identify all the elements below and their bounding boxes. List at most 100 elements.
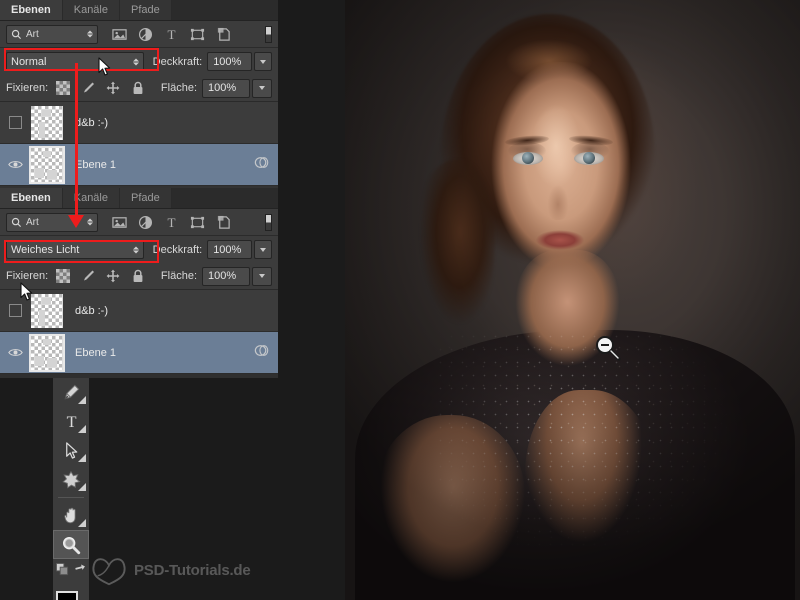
tool-expand-corner-icon[interactable] (78, 396, 86, 404)
type-tool[interactable]: T (53, 407, 89, 436)
table-row[interactable]: Ebene 1 (0, 332, 278, 374)
layer-filter-row-bottom[interactable]: Art T (0, 209, 278, 236)
filter-type-select-top[interactable]: Art (6, 25, 98, 44)
canvas-area[interactable] (345, 0, 800, 600)
default-colors-icon[interactable] (56, 563, 69, 576)
eye-icon[interactable] (8, 347, 23, 358)
layer-visibility-toggle[interactable] (0, 116, 31, 129)
fill-dropdown-top[interactable] (252, 79, 272, 98)
tab-pfade-top[interactable]: Pfade (120, 0, 172, 20)
lock-transparency-icon[interactable] (56, 269, 70, 283)
filter-icon-group-bottom[interactable]: T (112, 215, 231, 230)
layer-thumbnail[interactable] (31, 294, 63, 328)
table-row[interactable]: d&b :-) (0, 102, 278, 144)
layer-name[interactable]: Ebene 1 (75, 347, 116, 359)
tool-expand-corner-icon[interactable] (78, 519, 86, 527)
pixel-layer-filter-icon[interactable] (112, 27, 127, 42)
opacity-dropdown-bottom[interactable] (254, 240, 272, 259)
layer-thumbnail[interactable] (31, 106, 63, 140)
search-icon (11, 29, 22, 40)
lock-row-top[interactable]: Fixieren: Fläche: 100% (0, 75, 278, 102)
type-layer-filter-icon[interactable]: T (164, 27, 179, 42)
layer-thumbnail[interactable] (31, 148, 63, 182)
lock-icon-group-top[interactable] (56, 81, 145, 95)
chevron-updown-icon[interactable] (87, 219, 93, 226)
lock-transparency-icon[interactable] (56, 81, 70, 95)
path-selection-tool[interactable] (53, 436, 89, 465)
chevron-updown-icon[interactable] (133, 58, 139, 65)
layer-visibility-toggle[interactable] (0, 159, 31, 170)
lock-row-bottom[interactable]: Fixieren: Fläche: 100% (0, 263, 278, 290)
layer-visibility-toggle[interactable] (0, 304, 31, 317)
color-swatches[interactable] (53, 579, 89, 600)
lock-image-icon[interactable] (81, 81, 95, 95)
lock-position-icon[interactable] (106, 81, 120, 95)
foreground-color-swatch[interactable] (56, 591, 78, 600)
type-layer-filter-icon[interactable]: T (164, 215, 179, 230)
chevron-updown-icon[interactable] (87, 31, 93, 38)
lock-icon-group-bottom[interactable] (56, 269, 145, 283)
ponytail-region (417, 160, 495, 340)
lock-image-icon[interactable] (81, 269, 95, 283)
tab-ebenen-top[interactable]: Ebenen (0, 0, 63, 20)
zoom-tool[interactable] (53, 530, 89, 559)
eye-icon-off[interactable] (9, 116, 22, 129)
tab-kanaele-top[interactable]: Kanäle (63, 0, 120, 20)
layer-effects-icon[interactable] (254, 344, 269, 362)
swap-colors-icon[interactable] (74, 563, 87, 576)
panel-tabs-top[interactable]: Ebenen Kanäle Pfade (0, 0, 278, 21)
adjustment-layer-filter-icon[interactable] (138, 27, 153, 42)
filter-toggle-switch-bottom[interactable] (265, 214, 272, 231)
shape-layer-filter-icon[interactable] (190, 215, 205, 230)
tool-expand-corner-icon[interactable] (78, 425, 86, 433)
filter-type-select-bottom[interactable]: Art (6, 213, 98, 232)
adjustment-layer-filter-icon[interactable] (138, 215, 153, 230)
blend-mode-row-top[interactable]: Normal Deckkraft: 100% (0, 48, 278, 75)
tool-expand-corner-icon[interactable] (78, 483, 86, 491)
pen-tool[interactable] (53, 378, 89, 407)
layers-panel-top[interactable]: Ebenen Kanäle Pfade Art T (0, 0, 278, 188)
svg-text:T: T (167, 27, 175, 42)
table-row[interactable]: d&b :-) (0, 290, 278, 332)
blend-mode-select-bottom[interactable]: Weiches Licht (6, 240, 144, 259)
opacity-dropdown-top[interactable] (254, 52, 272, 71)
lock-all-icon[interactable] (131, 269, 145, 283)
fill-value-top[interactable]: 100% (202, 79, 250, 98)
pixel-layer-filter-icon[interactable] (112, 215, 127, 230)
filter-toggle-switch-top[interactable] (265, 26, 272, 43)
tab-ebenen-bottom[interactable]: Ebenen (0, 188, 63, 208)
blend-mode-row-bottom[interactable]: Weiches Licht Deckkraft: 100% (0, 236, 278, 263)
layers-list-top[interactable]: d&b :-) Ebene 1 (0, 102, 278, 186)
custom-shape-tool[interactable] (53, 465, 89, 494)
layers-panel-bottom[interactable]: Ebenen Kanäle Pfade Art T (0, 188, 278, 378)
shape-layer-filter-icon[interactable] (190, 27, 205, 42)
fill-dropdown-bottom[interactable] (252, 267, 272, 286)
hand-tool[interactable] (53, 501, 89, 530)
layer-effects-icon[interactable] (254, 156, 269, 174)
chevron-updown-icon[interactable] (133, 246, 139, 253)
table-row[interactable]: Ebene 1 (0, 144, 278, 186)
tool-expand-corner-icon[interactable] (78, 454, 86, 462)
color-control-row[interactable] (53, 559, 89, 579)
eye-icon-off[interactable] (9, 304, 22, 317)
opacity-value-top[interactable]: 100% (207, 52, 251, 71)
filter-icon-group-top[interactable]: T (112, 27, 231, 42)
fill-value-bottom[interactable]: 100% (202, 267, 250, 286)
layer-thumbnail[interactable] (31, 336, 63, 370)
layer-visibility-toggle[interactable] (0, 347, 31, 358)
tools-palette[interactable]: T (53, 378, 89, 600)
layer-name[interactable]: d&b :-) (75, 305, 108, 317)
tab-kanaele-bottom[interactable]: Kanäle (63, 188, 120, 208)
layer-name[interactable]: d&b :-) (75, 117, 108, 129)
smart-object-filter-icon[interactable] (216, 27, 231, 42)
lock-all-icon[interactable] (131, 81, 145, 95)
eye-icon[interactable] (8, 159, 23, 170)
lock-position-icon[interactable] (106, 269, 120, 283)
layer-filter-row-top[interactable]: Art T (0, 21, 278, 48)
smart-object-filter-icon[interactable] (216, 215, 231, 230)
layers-list-bottom[interactable]: d&b :-) Ebene 1 (0, 290, 278, 374)
layer-name[interactable]: Ebene 1 (75, 159, 116, 171)
panel-tabs-bottom[interactable]: Ebenen Kanäle Pfade (0, 188, 278, 209)
opacity-value-bottom[interactable]: 100% (207, 240, 251, 259)
tab-pfade-bottom[interactable]: Pfade (120, 188, 172, 208)
